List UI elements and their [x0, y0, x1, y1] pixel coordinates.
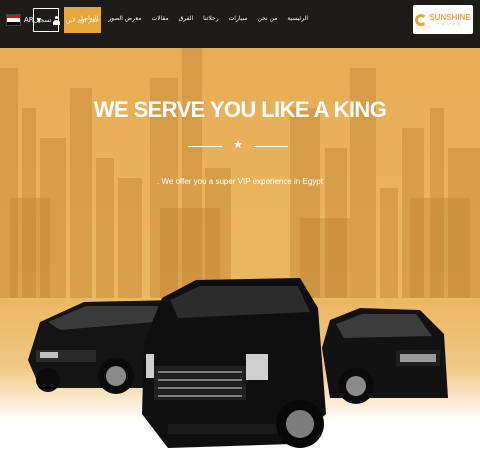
login-button[interactable]: تسجيل: [33, 8, 60, 32]
luxury-cars-image: [28, 278, 448, 448]
hero-tagline: . We offer you a super VIP experience in…: [157, 177, 323, 186]
main-menu: الرئيسية من نحن سيارات رحلاتنا الفرق مقا…: [78, 14, 308, 24]
star-icon: ★: [233, 138, 243, 151]
menu-item-articles[interactable]: مقالات: [151, 14, 168, 24]
logo-sub-text: TOURS: [437, 21, 463, 26]
login-label: تسجيل: [34, 16, 52, 24]
menu-item-contact[interactable]: التواصل: [78, 14, 98, 24]
menu-item-about[interactable]: من نحن: [258, 14, 278, 24]
sunshine-logo-icon: [415, 13, 428, 26]
menu-item-trips[interactable]: رحلاتنا: [203, 14, 219, 24]
logo-main-text: SUNSHINE: [429, 12, 471, 22]
divider-right: [254, 146, 288, 147]
hero-banner: WE SERVE YOU LIKE A KING ★ . We offer yo…: [0, 48, 480, 472]
top-navbar: AR ▼ تسجيل حجز اون لاين الرئيسية من نحن …: [0, 0, 480, 48]
divider-left: [188, 146, 222, 147]
egypt-flag-icon: [6, 14, 21, 26]
menu-item-gallery[interactable]: معرض الصور: [108, 14, 141, 24]
menu-item-home[interactable]: الرئيسية: [287, 14, 308, 24]
hero-headline: WE SERVE YOU LIKE A KING: [93, 97, 387, 122]
right-car: [322, 308, 448, 404]
center-suv: [142, 278, 326, 448]
site-logo[interactable]: SUNSHINE TOURS: [413, 5, 473, 34]
user-icon: [53, 15, 60, 25]
menu-item-cars[interactable]: سيارات: [229, 14, 248, 24]
menu-item-team[interactable]: الفرق: [179, 14, 194, 24]
